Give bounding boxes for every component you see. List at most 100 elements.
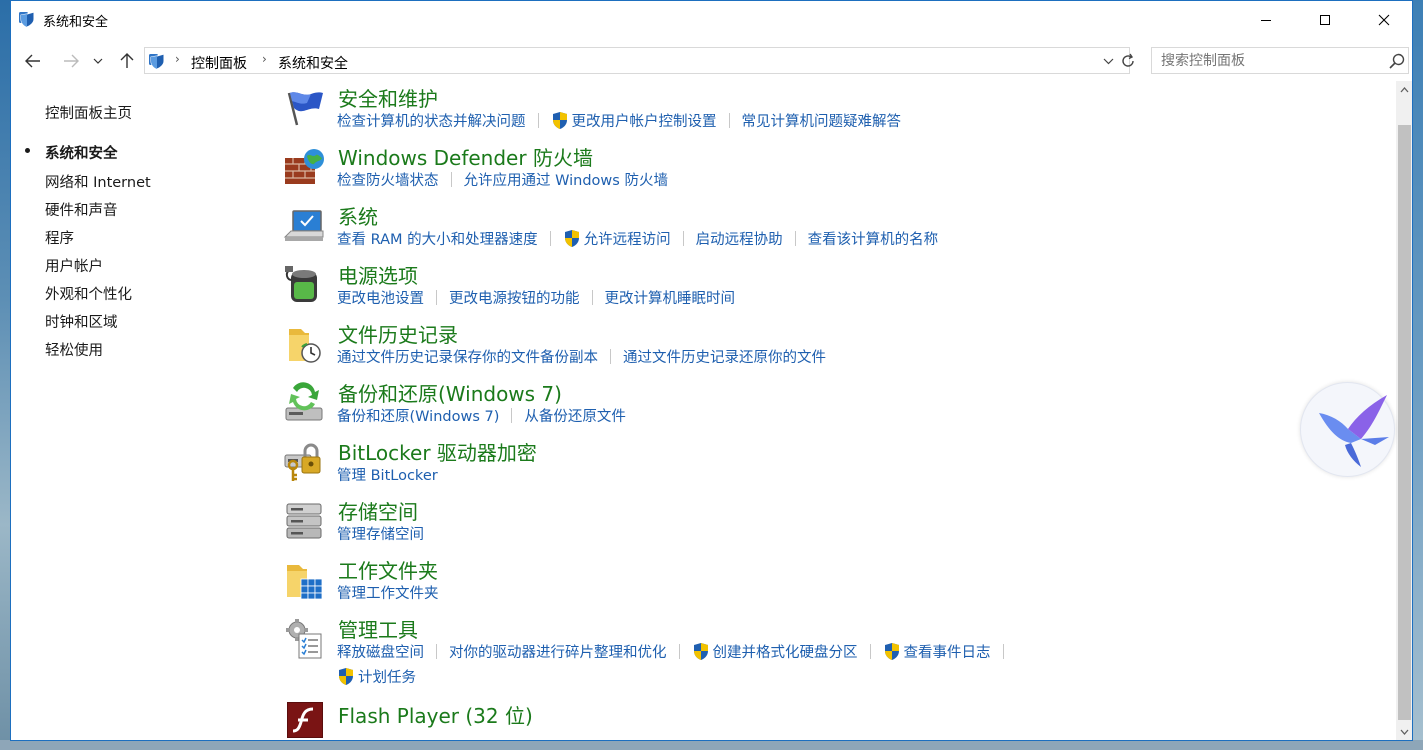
breadcrumb-control-panel[interactable]: 控制面板 <box>191 53 247 73</box>
view-ram-link[interactable]: 查看 RAM 的大小和处理器速度 <box>337 228 538 249</box>
link-divider <box>511 408 513 423</box>
category-title[interactable]: 电源选项 <box>338 260 418 289</box>
work-folders-icon[interactable] <box>283 559 325 601</box>
category-links: 释放磁盘空间 对你的驱动器进行碎片整理和优化 创建并格式化硬盘分区 查看事件日志 <box>337 641 1016 662</box>
forward-button[interactable] <box>60 50 82 72</box>
link-divider <box>728 113 730 128</box>
troubleshoot-link[interactable]: 常见计算机问题疑难解答 <box>742 110 902 131</box>
close-button[interactable] <box>1355 1 1412 39</box>
breadcrumb-system-security[interactable]: 系统和安全 <box>278 53 348 73</box>
remote-assistance-link[interactable]: 启动远程协助 <box>696 228 783 249</box>
disk-cleanup-link[interactable]: 释放磁盘空间 <box>337 641 424 662</box>
vertical-scrollbar[interactable] <box>1396 81 1412 740</box>
address-dropdown-button[interactable] <box>1100 51 1116 71</box>
category-bitlocker: BitLocker 驱动器加密 管理 BitLocker <box>281 437 1381 495</box>
save-backup-link[interactable]: 通过文件历史记录保存你的文件备份副本 <box>337 346 598 367</box>
battery-icon[interactable] <box>283 264 325 306</box>
category-links: 管理存储空间 <box>337 523 424 544</box>
recent-locations-button[interactable] <box>91 50 105 72</box>
address-bar[interactable]: › 控制面板 › 系统和安全 <box>144 47 1130 74</box>
manage-bitlocker-link[interactable]: 管理 BitLocker <box>337 464 438 485</box>
category-backup-restore: 备份和还原(Windows 7) 备份和还原(Windows 7) 从备份还原文… <box>281 378 1381 436</box>
category-title[interactable]: 存储空间 <box>338 496 418 525</box>
main-content: 安全和维护 检查计算机的状态并解决问题 更改用户帐户控制设置 常见计算机问题疑难… <box>281 81 1391 741</box>
link-label: 释放磁盘空间 <box>337 645 424 661</box>
power-button-link[interactable]: 更改电源按钮的功能 <box>449 287 580 308</box>
task-scheduler-link[interactable]: 计划任务 <box>337 666 416 687</box>
sidebar-home-link[interactable]: 控制面板主页 <box>45 102 132 123</box>
battery-settings-link[interactable]: 更改电池设置 <box>337 287 424 308</box>
chevron-down-icon <box>1103 58 1113 64</box>
up-button[interactable] <box>116 50 138 72</box>
disk-partition-link[interactable]: 创建并格式化硬盘分区 <box>692 641 858 662</box>
check-status-link[interactable]: 检查计算机的状态并解决问题 <box>337 110 526 131</box>
backup-restore-link[interactable]: 备份和还原(Windows 7) <box>337 405 499 426</box>
chevron-down-icon <box>1400 729 1409 735</box>
title-bar[interactable]: 系统和安全 <box>11 1 1412 39</box>
breadcrumb-separator-icon[interactable]: › <box>262 52 267 66</box>
allow-app-firewall-link[interactable]: 允许应用通过 Windows 防火墙 <box>464 169 668 190</box>
link-divider <box>1002 644 1004 659</box>
category-title[interactable]: Flash Player (32 位) <box>338 700 533 729</box>
search-box[interactable] <box>1151 47 1409 74</box>
file-history-icon[interactable] <box>283 323 325 365</box>
refresh-button[interactable] <box>1117 50 1139 72</box>
admin-tools-icon[interactable] <box>283 618 325 660</box>
category-title[interactable]: 系统 <box>338 201 378 230</box>
firewall-status-link[interactable]: 检查防火墙状态 <box>337 169 439 190</box>
scroll-up-button[interactable] <box>1396 81 1412 98</box>
bitlocker-icon[interactable] <box>283 441 325 483</box>
uac-shield-icon <box>564 230 579 247</box>
sidebar-item-network[interactable]: 网络和 Internet <box>45 171 151 192</box>
minimize-icon <box>1261 20 1271 21</box>
sleep-time-link[interactable]: 更改计算机睡眠时间 <box>605 287 736 308</box>
back-button[interactable] <box>22 50 44 72</box>
sidebar-item-programs[interactable]: 程序 <box>45 227 74 248</box>
sidebar-item-clock-region[interactable]: 时钟和区域 <box>45 311 118 332</box>
close-icon <box>1378 14 1390 26</box>
remote-access-link[interactable]: 允许远程访问 <box>563 228 671 249</box>
computer-name-link[interactable]: 查看该计算机的名称 <box>808 228 939 249</box>
restore-files-link[interactable]: 通过文件历史记录还原你的文件 <box>623 346 826 367</box>
uac-shield-icon <box>552 112 567 129</box>
manage-storage-link[interactable]: 管理存储空间 <box>337 523 424 544</box>
desktop-background-bottom <box>0 740 1423 750</box>
defragment-link[interactable]: 对你的驱动器进行碎片整理和优化 <box>449 641 667 662</box>
category-title[interactable]: 备份和还原(Windows 7) <box>338 378 562 407</box>
uac-shield-icon <box>884 643 899 660</box>
category-title[interactable]: BitLocker 驱动器加密 <box>338 437 537 466</box>
sidebar-item-appearance[interactable]: 外观和个性化 <box>45 283 132 304</box>
scroll-thumb[interactable] <box>1398 125 1411 720</box>
sidebar-item-user-accounts[interactable]: 用户帐户 <box>45 255 103 276</box>
flag-icon[interactable] <box>283 87 325 129</box>
storage-icon[interactable] <box>283 500 325 542</box>
backup-icon[interactable] <box>283 382 325 424</box>
sidebar-item-hardware[interactable]: 硬件和声音 <box>45 199 118 220</box>
category-title[interactable]: Windows Defender 防火墙 <box>338 142 593 171</box>
minimize-button[interactable] <box>1237 1 1295 39</box>
link-label: 更改电源按钮的功能 <box>449 291 580 307</box>
link-label: 管理 BitLocker <box>337 468 438 484</box>
restore-from-backup-link[interactable]: 从备份还原文件 <box>524 405 626 426</box>
category-title[interactable]: 安全和维护 <box>338 83 438 112</box>
uac-settings-link[interactable]: 更改用户帐户控制设置 <box>551 110 717 131</box>
flash-icon[interactable] <box>283 700 325 741</box>
breadcrumb-separator-icon[interactable]: › <box>175 52 180 66</box>
maximize-button[interactable] <box>1296 1 1354 39</box>
computer-icon[interactable] <box>283 205 325 247</box>
search-icon[interactable] <box>1388 52 1406 70</box>
firewall-icon[interactable] <box>283 146 325 188</box>
category-title[interactable]: 管理工具 <box>338 614 418 643</box>
category-title[interactable]: 文件历史记录 <box>338 319 458 348</box>
link-divider <box>869 644 871 659</box>
category-title[interactable]: 工作文件夹 <box>338 555 438 584</box>
sidebar-item-system-security[interactable]: 系统和安全 <box>45 142 118 163</box>
link-label: 启动远程协助 <box>695 232 783 248</box>
manage-work-folders-link[interactable]: 管理工作文件夹 <box>337 582 439 603</box>
control-panel-shield-icon <box>149 53 165 70</box>
search-input[interactable] <box>1152 48 1377 73</box>
scroll-down-button[interactable] <box>1396 723 1412 740</box>
floating-assistant-bird-icon[interactable] <box>1300 382 1395 477</box>
sidebar-item-ease-of-access[interactable]: 轻松使用 <box>45 339 103 360</box>
event-log-link[interactable]: 查看事件日志 <box>883 641 991 662</box>
